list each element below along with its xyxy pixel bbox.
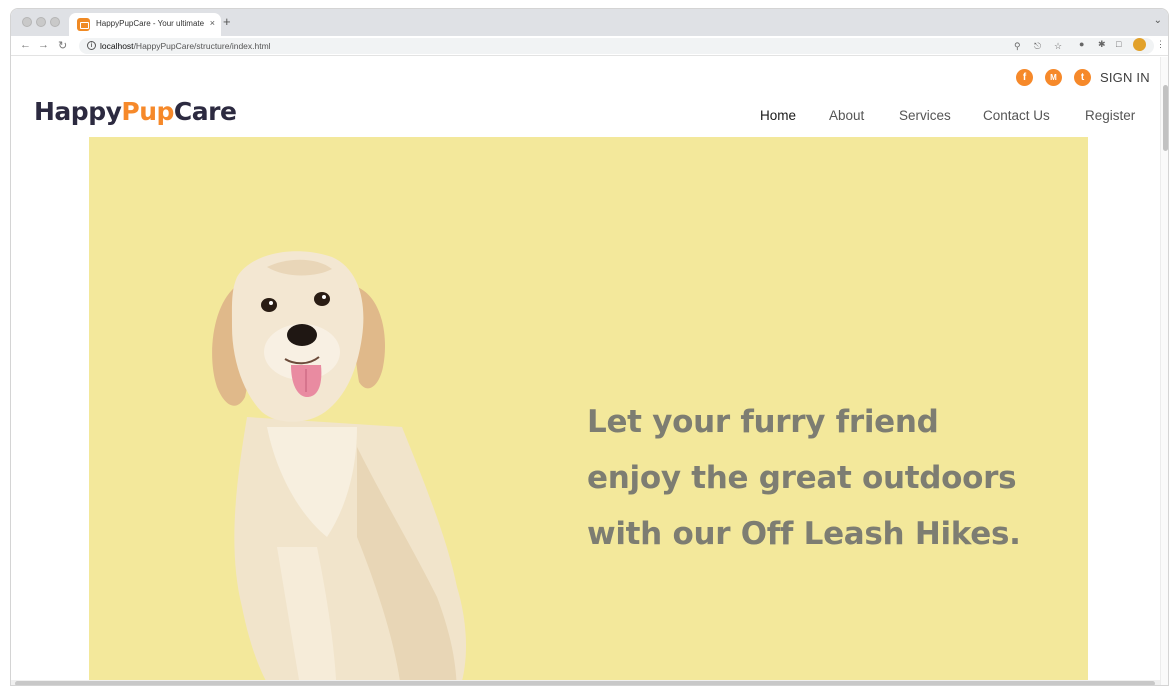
hero-banner: Let your furry friend enjoy the great ou… xyxy=(89,137,1088,685)
side-panel-icon[interactable]: □ xyxy=(1116,39,1121,49)
back-button[interactable]: ← xyxy=(20,39,31,51)
browser-toolbar: ← → ↻ i localhost/HappyPupCare/structure… xyxy=(11,36,1168,56)
browser-menu-icon[interactable]: ⋮ xyxy=(1156,39,1165,50)
hero-headline-line: with our Off Leash Hikes. xyxy=(587,516,1021,552)
browser-tab[interactable]: HappyPupCare - Your ultimate × xyxy=(69,13,221,36)
profile-avatar[interactable] xyxy=(1133,38,1146,51)
tab-search-chevron-icon[interactable]: ⌄ xyxy=(1154,15,1162,26)
golden-retriever-image xyxy=(212,251,466,685)
bookmark-star-icon[interactable]: ☆ xyxy=(1054,41,1062,52)
web-page: f M t SIGN IN HappyPupCare Home About Se… xyxy=(11,57,1168,685)
site-info-icon[interactable]: i xyxy=(87,41,96,50)
nav-services[interactable]: Services xyxy=(899,108,951,123)
extension-icon[interactable]: ● xyxy=(1079,39,1084,49)
logo-text-care: Care xyxy=(173,97,237,126)
maximize-window-button[interactable] xyxy=(50,17,60,27)
extensions-puzzle-icon[interactable]: ✱ xyxy=(1098,39,1106,50)
close-window-button[interactable] xyxy=(22,17,32,27)
twitter-icon[interactable]: t xyxy=(1074,69,1091,86)
tab-title: HappyPupCare - Your ultimate xyxy=(96,19,204,28)
hero-headline-line: Let your furry friend xyxy=(587,404,939,440)
horizontal-scrollbar[interactable] xyxy=(11,680,1160,685)
vertical-scroll-thumb[interactable] xyxy=(1163,85,1168,151)
logo-text-happy: Happy xyxy=(34,97,122,126)
share-icon[interactable]: ⎋ xyxy=(1034,41,1041,52)
hero-headline: Let your furry friend enjoy the great ou… xyxy=(587,394,1057,562)
logo-text-pup: Pup xyxy=(121,97,174,126)
nav-about[interactable]: About xyxy=(829,108,864,123)
url-text[interactable]: localhost/HappyPupCare/structure/index.h… xyxy=(100,41,271,51)
forward-button[interactable]: → xyxy=(38,39,49,51)
zoom-icon[interactable]: ⚲ xyxy=(1014,41,1021,52)
horizontal-scroll-thumb[interactable] xyxy=(15,681,1155,685)
mail-icon[interactable]: M xyxy=(1045,69,1062,86)
hero-headline-line: enjoy the great outdoors xyxy=(587,460,1017,496)
url-path: /HappyPupCare/structure/index.html xyxy=(133,41,271,51)
vertical-scrollbar[interactable] xyxy=(1160,57,1168,685)
browser-window: HappyPupCare - Your ultimate × + ⌄ ← → ↻… xyxy=(10,8,1169,686)
site-favicon-icon xyxy=(77,18,90,31)
minimize-window-button[interactable] xyxy=(36,17,46,27)
sign-in-link[interactable]: SIGN IN xyxy=(1100,70,1150,85)
new-tab-button[interactable]: + xyxy=(223,14,231,29)
url-host: localhost xyxy=(100,41,134,51)
nav-home[interactable]: Home xyxy=(760,108,796,123)
site-logo[interactable]: HappyPupCare xyxy=(34,97,237,126)
facebook-icon[interactable]: f xyxy=(1016,69,1033,86)
reload-button[interactable]: ↻ xyxy=(58,39,67,52)
nav-contact-us[interactable]: Contact Us xyxy=(983,108,1050,123)
tab-close-button[interactable]: × xyxy=(210,18,215,28)
nav-register[interactable]: Register xyxy=(1085,108,1135,123)
address-bar[interactable]: i localhost/HappyPupCare/structure/index… xyxy=(79,38,1154,54)
tab-bar: HappyPupCare - Your ultimate × + ⌄ xyxy=(11,9,1168,36)
